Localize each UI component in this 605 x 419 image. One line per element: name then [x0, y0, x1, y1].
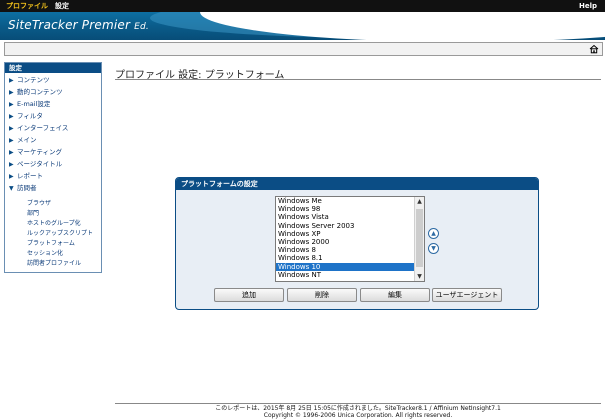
collapsed-arrow-icon: ▶ — [9, 101, 14, 108]
platform-option[interactable]: Windows Server 2003 — [276, 222, 424, 230]
footer: このレポートは、2015年 8月 25日 15:05に作成されました。SiteT… — [115, 405, 601, 419]
sidebar-item[interactable]: ▶ マーケティング — [9, 148, 62, 157]
sidebar-subitem[interactable]: プラットフォーム — [27, 240, 75, 248]
platform-option[interactable]: Windows 2000 — [276, 238, 424, 246]
footer-divider — [115, 403, 601, 404]
collapsed-arrow-icon: ▶ — [9, 113, 14, 120]
sidebar-item[interactable]: ▶ インターフェイス — [9, 124, 68, 133]
title-divider — [115, 79, 601, 80]
footer-copyright: Copyright © 1996-2006 Unica Corporation.… — [263, 412, 453, 419]
platform-settings-panel: プラットフォームの設定 Windows Me Windows 98 Windows … — [175, 177, 539, 310]
platform-option[interactable]: Windows 8 — [276, 246, 424, 254]
sidebar-subitem[interactable]: 訪問者プロファイル — [27, 260, 81, 268]
scroll-up-icon[interactable]: ▲ — [415, 197, 424, 206]
sidebar-item[interactable]: ▼ 訪問者 — [9, 184, 37, 193]
platform-option[interactable]: Windows 98 — [276, 205, 424, 213]
platform-option[interactable]: Windows 8.1 — [276, 254, 424, 262]
add-button[interactable]: 追加 — [214, 288, 284, 302]
move-down-icon[interactable]: ▼ — [428, 243, 439, 254]
edit-button[interactable]: 編集 — [360, 288, 430, 302]
home-icon[interactable] — [589, 44, 599, 54]
listbox-scrollbar[interactable]: ▲ ▼ — [414, 197, 424, 281]
banner-swoosh — [200, 12, 605, 40]
collapsed-arrow-icon: ▶ — [9, 125, 14, 132]
app-logo: SiteTracker Premier Ed. — [8, 18, 149, 32]
move-up-icon[interactable]: ▲ — [428, 228, 439, 239]
platform-option[interactable]: Windows 10 — [276, 262, 424, 271]
sidebar-item[interactable]: ▶ コンテンツ — [9, 76, 50, 85]
menu-settings[interactable]: 設定 — [55, 0, 69, 12]
sidebar-item[interactable]: ▶ 動的コンテンツ — [9, 88, 63, 97]
sidebar-item-label: 動的コンテンツ — [17, 88, 63, 96]
delete-button[interactable]: 削除 — [287, 288, 357, 302]
sidebar-header: 設定 — [5, 63, 101, 73]
collapsed-arrow-icon: ▶ — [9, 89, 14, 96]
settings-sidebar: 設定 ▶ コンテンツ ▶ 動的コンテンツ ▶ E-mail設定 ▶ フィルタ ▶ インターフェイス… — [4, 62, 102, 273]
expanded-arrow-icon: ▼ — [9, 185, 14, 192]
collapsed-arrow-icon: ▶ — [9, 137, 14, 144]
platform-listbox[interactable]: Windows Me Windows 98 Windows Vista Windows… — [275, 196, 425, 282]
collapsed-arrow-icon: ▶ — [9, 161, 14, 168]
top-menubar: プロファイル 設定 Help — [0, 0, 605, 12]
sidebar-item[interactable]: ▶ E-mail設定 — [9, 100, 50, 109]
scrollbar-thumb[interactable] — [416, 209, 423, 267]
sidebar-item-label: 訪問者 — [17, 184, 37, 192]
sidebar-item-label: ページタイトル — [17, 160, 63, 168]
sidebar-subitem[interactable]: ホストのグループ化 — [27, 220, 81, 228]
platform-option[interactable]: Windows Me — [276, 197, 424, 205]
scroll-down-icon[interactable]: ▼ — [415, 272, 424, 281]
collapsed-arrow-icon: ▶ — [9, 77, 14, 84]
toolbar — [4, 42, 603, 56]
logo-text: SiteTracker Premier — [8, 18, 131, 32]
sidebar-item-label: メイン — [17, 136, 37, 144]
sidebar-item[interactable]: ▶ レポート — [9, 172, 43, 181]
menu-help[interactable]: Help — [579, 0, 597, 12]
collapsed-arrow-icon: ▶ — [9, 173, 14, 180]
sidebar-subitem[interactable]: ブラウザ — [27, 200, 51, 208]
collapsed-arrow-icon: ▶ — [9, 149, 14, 156]
sidebar-item[interactable]: ▶ メイン — [9, 136, 37, 145]
footer-report-info: このレポートは、2015年 8月 25日 15:05に作成されました。SiteT… — [215, 405, 501, 412]
sidebar-item[interactable]: ▶ ページタイトル — [9, 160, 62, 169]
sidebar-subitem[interactable]: ルックアップスクリプト — [27, 230, 93, 238]
sidebar-item[interactable]: ▶ フィルタ — [9, 112, 43, 121]
sidebar-item-label: インターフェイス — [17, 124, 69, 132]
sidebar-subitem[interactable]: 部門 — [27, 210, 39, 218]
sidebar-item-label: マーケティング — [17, 148, 62, 156]
sidebar-item-label: フィルタ — [17, 112, 43, 120]
platform-option[interactable]: Windows NT — [276, 271, 424, 279]
sidebar-subitem[interactable]: セッション化 — [27, 250, 63, 258]
user-agent-button[interactable]: ユーザエージェント — [432, 288, 502, 302]
platform-option[interactable]: Windows Vista — [276, 213, 424, 221]
sidebar-item-label: レポート — [17, 172, 43, 180]
logo-banner: SiteTracker Premier Ed. — [0, 12, 605, 40]
menu-profile[interactable]: プロファイル — [6, 0, 48, 12]
panel-title: プラットフォームの設定 — [176, 178, 538, 190]
logo-edition: Ed. — [134, 22, 149, 32]
platform-option[interactable]: Windows XP — [276, 230, 424, 238]
sidebar-item-label: コンテンツ — [17, 76, 50, 84]
sidebar-item-label: E-mail設定 — [17, 100, 51, 108]
